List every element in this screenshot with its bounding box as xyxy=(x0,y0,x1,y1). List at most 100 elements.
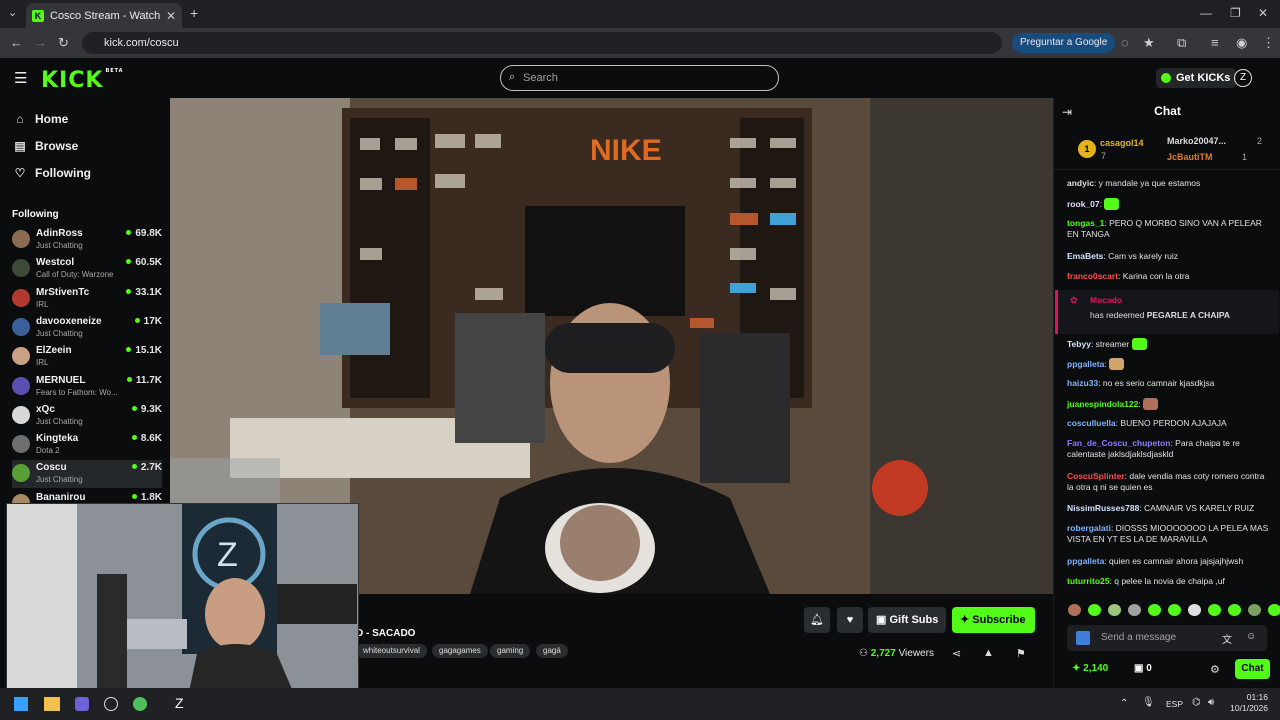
start-icon[interactable] xyxy=(14,697,28,711)
report-icon[interactable]: ▲ xyxy=(983,647,994,659)
close-tab-icon[interactable]: ✕ xyxy=(166,9,176,23)
quick-emote-icon[interactable] xyxy=(1188,604,1201,616)
hamburger-menu-icon[interactable]: ☰ xyxy=(14,69,27,87)
sidebar-channel[interactable]: MERNUEL Fears to Fathom: Wo... 11.7K xyxy=(12,373,162,401)
quick-emote-icon[interactable] xyxy=(1168,604,1181,616)
tag-chip[interactable]: whiteoutsurvival xyxy=(356,644,427,658)
forward-arrow-icon[interactable]: → xyxy=(34,35,47,50)
bookmark-star-icon[interactable]: ★ xyxy=(1143,35,1155,51)
sidebar-channel[interactable]: davooxeneize Just Chatting 17K xyxy=(12,314,162,342)
translate-icon[interactable]: 文 xyxy=(1222,631,1232,646)
following-heading: Following xyxy=(12,209,59,220)
sidebar-channel[interactable]: MrStivenTc IRL 33.1K xyxy=(12,285,162,313)
language-indicator[interactable]: ESP xyxy=(1166,699,1183,709)
menu-dots-icon[interactable]: ⋮ xyxy=(1262,35,1275,51)
restore-icon[interactable]: ❐ xyxy=(1230,6,1241,20)
tag-chip[interactable]: gaming xyxy=(490,644,531,658)
reading-list-icon[interactable]: ≡ xyxy=(1211,35,1219,50)
subscribe-button[interactable]: ✦ Subscribe xyxy=(952,607,1035,633)
quick-emote-icon[interactable] xyxy=(1208,604,1221,616)
quick-emote-icon[interactable] xyxy=(1128,604,1141,616)
share-icon[interactable]: ⋖ xyxy=(952,647,961,660)
eye-off-icon[interactable]: ◌ xyxy=(1121,35,1129,50)
send-message-input[interactable]: Send a message xyxy=(1067,625,1267,651)
kick-logo[interactable]: KICK BETA xyxy=(41,68,124,93)
reload-icon[interactable]: ↻ xyxy=(58,35,69,51)
tag-chip[interactable]: gagagames xyxy=(432,644,488,658)
tray-chevron-icon[interactable]: ⌃ xyxy=(1120,698,1128,709)
get-kicks-button[interactable]: Get KICKs xyxy=(1156,68,1237,88)
tag-chip[interactable]: gagá xyxy=(536,644,568,658)
tab-list-chevron-icon[interactable]: ⌄ xyxy=(8,6,17,19)
chat-username[interactable]: Fan_de_Coscu_chupeton xyxy=(1067,438,1170,448)
chat-username[interactable]: tongas_1 xyxy=(1067,218,1104,228)
redeem-user[interactable]: Mocado xyxy=(1090,295,1122,305)
sidebar-channel[interactable]: AdinRoss Just Chatting 69.8K xyxy=(12,226,162,254)
chat-title: Chat xyxy=(1154,104,1181,118)
browser-tab[interactable]: K Cosco Stream - Watch Live on K ✕ xyxy=(26,3,182,28)
profile-icon[interactable]: ◉ xyxy=(1236,35,1247,51)
sidebar-channel[interactable]: Westcol Call of Duty: Warzone 60.5K xyxy=(12,255,162,283)
chat-username[interactable]: franco0scart xyxy=(1067,271,1118,281)
channel-points[interactable]: ✦ 2,140 xyxy=(1072,663,1108,674)
chat-username[interactable]: NissimRusses788 xyxy=(1067,503,1139,513)
sidebar-channel[interactable]: ElZeein IRL 15.1K xyxy=(12,343,162,371)
leaderboard-user[interactable]: casagol14 xyxy=(1100,138,1144,148)
gift-subs-button[interactable]: ▣ Gift Subs xyxy=(868,607,946,633)
discord-icon[interactable] xyxy=(75,697,89,711)
user-avatar[interactable]: Z xyxy=(1234,69,1252,87)
quick-emote-icon[interactable] xyxy=(1228,604,1241,616)
close-window-icon[interactable]: ✕ xyxy=(1258,6,1268,20)
microphone-icon[interactable]: 🎙︎ xyxy=(1142,697,1155,708)
chat-username[interactable]: Tebyy xyxy=(1067,339,1091,349)
quick-emote-icon[interactable] xyxy=(1268,604,1280,616)
chat-username[interactable]: ppgalleta xyxy=(1067,359,1104,369)
chat-settings-gear-icon[interactable]: ⚙ xyxy=(1210,663,1220,676)
volume-icon[interactable]: 🔊︎ xyxy=(1208,697,1214,708)
app-icon[interactable] xyxy=(104,697,118,711)
url-field[interactable]: kick.com/coscu xyxy=(82,32,1002,54)
back-arrow-icon[interactable]: ← xyxy=(10,35,23,50)
chat-username[interactable]: EmaBets xyxy=(1067,251,1103,261)
network-icon[interactable]: ⌬ xyxy=(1192,697,1201,708)
quick-emote-icon[interactable] xyxy=(1248,604,1261,616)
chrome-icon[interactable] xyxy=(133,697,147,711)
chat-username[interactable]: haizu33 xyxy=(1067,378,1098,388)
send-chat-button[interactable]: Chat xyxy=(1235,659,1270,679)
ask-google-button[interactable]: Preguntar a Google xyxy=(1012,33,1116,53)
new-tab-icon[interactable]: + xyxy=(190,5,198,21)
z-app-icon[interactable]: Z xyxy=(175,695,184,711)
mod-icon[interactable]: ⚑ xyxy=(1016,647,1026,660)
kicks-balance[interactable]: ▣ 0 xyxy=(1134,663,1152,674)
leaderboard-user[interactable]: Marko20047... xyxy=(1167,136,1226,146)
notification-bell-button[interactable]: 🔔︎ xyxy=(804,607,830,633)
quick-emote-icon[interactable] xyxy=(1088,604,1101,616)
sidebar-channel[interactable]: Coscu Just Chatting 2.7K xyxy=(12,460,162,489)
quick-emote-icon[interactable] xyxy=(1068,604,1081,616)
clock[interactable]: 01:16 10/1/2026 xyxy=(1226,692,1268,714)
extensions-icon[interactable]: ⧉ xyxy=(1177,35,1186,51)
chat-username[interactable]: ppgalleta xyxy=(1067,556,1104,566)
chat-username[interactable]: rook_07 xyxy=(1067,199,1100,209)
sidebar-item-home[interactable]: ⌂ Home xyxy=(12,112,68,126)
follow-heart-button[interactable]: ♥ xyxy=(837,607,863,633)
quick-emote-icon[interactable] xyxy=(1148,604,1161,616)
chat-username[interactable]: andyic xyxy=(1067,178,1094,188)
search-input[interactable]: Search xyxy=(500,65,779,91)
leaderboard-user[interactable]: JcBautiTM xyxy=(1167,152,1213,162)
chat-username[interactable]: tuturrito25 xyxy=(1067,576,1110,586)
chat-username[interactable]: robergalati xyxy=(1067,523,1111,533)
sidebar-item-following[interactable]: ♡ Following xyxy=(12,166,91,180)
file-explorer-icon[interactable] xyxy=(44,697,60,711)
sidebar-channel[interactable]: Kingteka Dota 2 8.6K xyxy=(12,431,162,459)
chat-username[interactable]: CoscuSplinter xyxy=(1067,471,1125,481)
sidebar-channel[interactable]: xQc Just Chatting 9.3K xyxy=(12,402,162,430)
chat-username[interactable]: juanespindola122 xyxy=(1067,399,1138,409)
quick-emote-icon[interactable] xyxy=(1108,604,1121,616)
sidebar-channel[interactable]: Bananirou 1.8K xyxy=(12,490,162,504)
emote-picker-icon[interactable]: ☺ xyxy=(1246,631,1256,642)
minimize-icon[interactable]: — xyxy=(1200,6,1212,20)
kicks-coin-icon xyxy=(1161,73,1171,83)
sidebar-item-browse[interactable]: ▤ Browse xyxy=(12,139,78,153)
chat-username[interactable]: cosculluella xyxy=(1067,418,1116,428)
